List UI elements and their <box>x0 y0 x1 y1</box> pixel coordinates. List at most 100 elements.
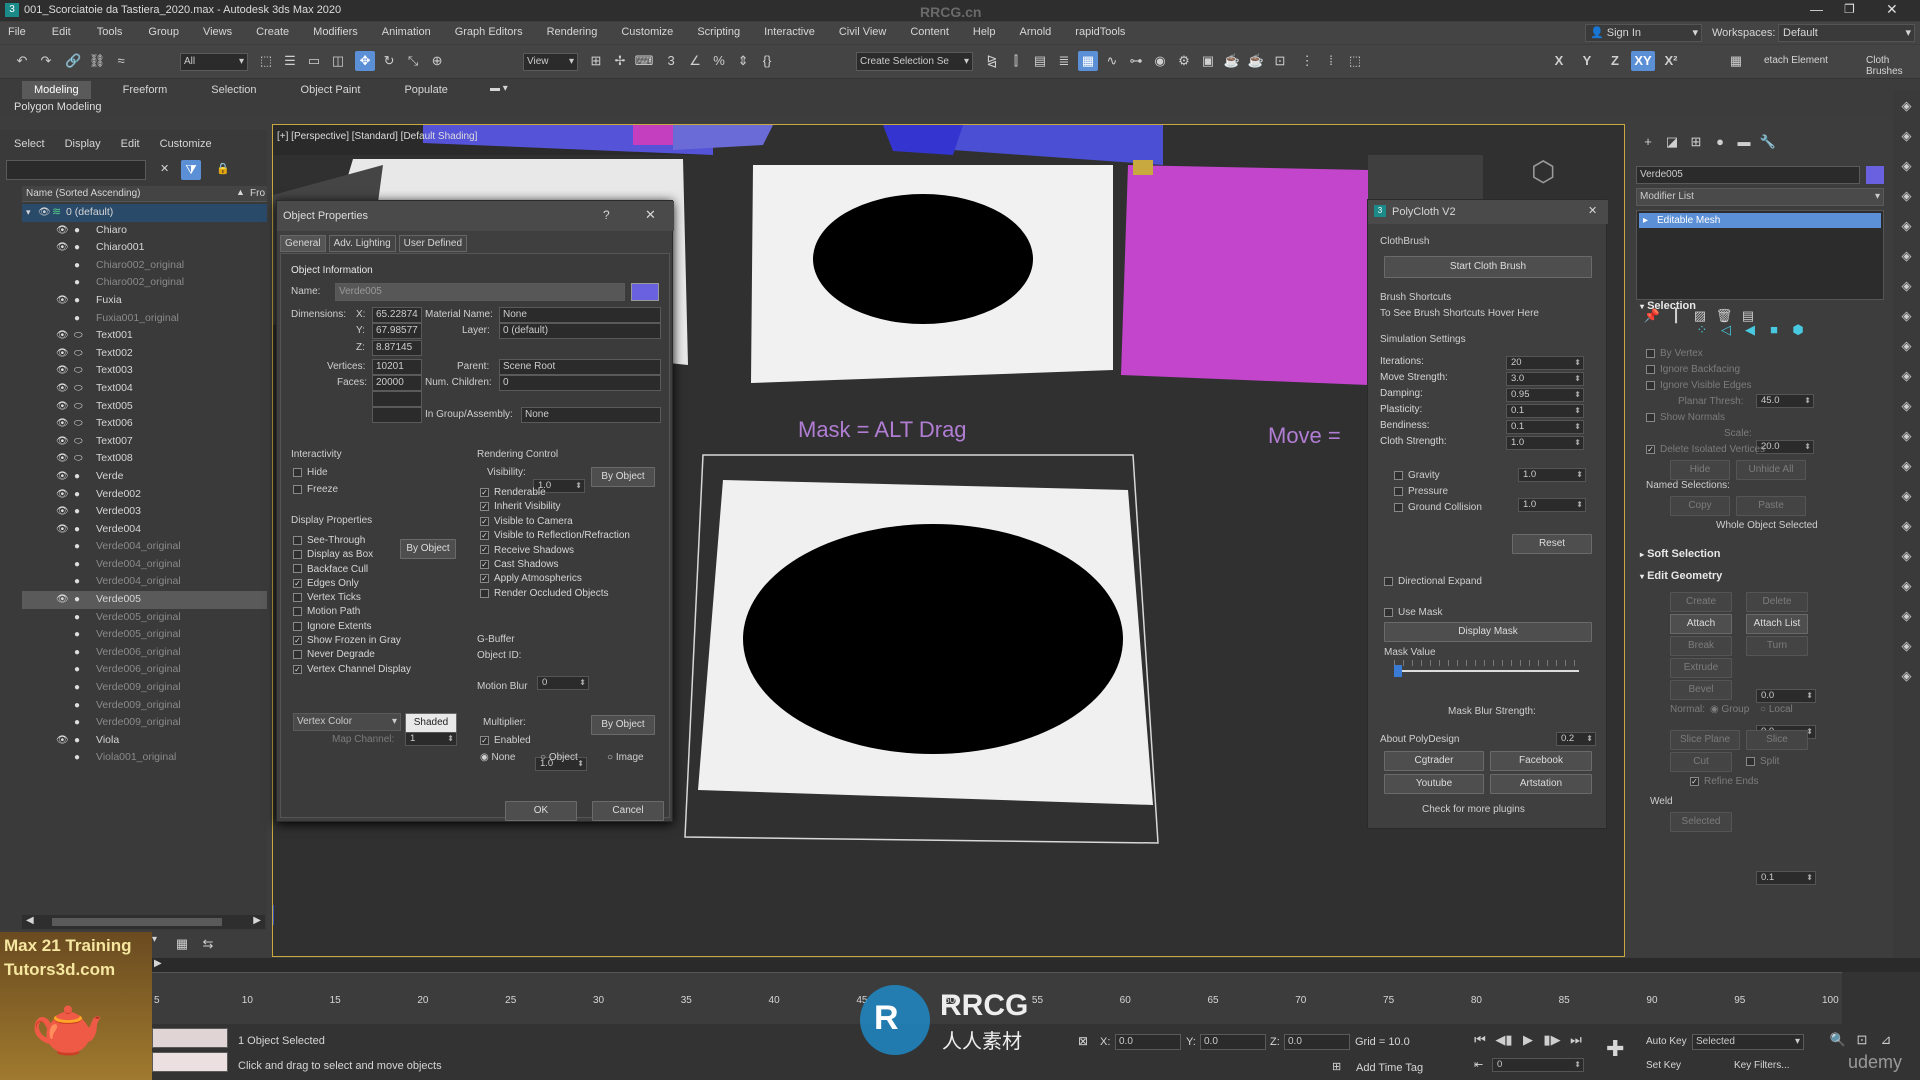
viewport-label[interactable]: [+] [Perspective] [Standard] [Default Sh… <box>277 131 477 142</box>
create-tab-icon[interactable]: + <box>1638 132 1658 152</box>
outliner-row[interactable]: ● Verde004_original <box>22 556 267 574</box>
tools-icon[interactable]: ▦ <box>1726 51 1746 71</box>
outliner-row[interactable]: 👁 ⬭ Text001 <box>22 327 267 345</box>
maxscript-listener-2[interactable] <box>152 1052 228 1072</box>
weld-threshold-spinner[interactable]: 0.1 <box>1756 871 1816 885</box>
visibility-eye-icon[interactable]: 👁 <box>56 486 69 504</box>
pivot-center-icon[interactable]: ⊞ <box>586 51 606 71</box>
render-renderable-checkbox[interactable]: ✓ Renderable <box>480 487 630 501</box>
filter-icon[interactable]: ⧩ <box>181 160 201 180</box>
maxscript-listener[interactable] <box>152 1028 228 1048</box>
op-tab-general[interactable]: General <box>280 235 326 252</box>
ribbon-tab-populate[interactable]: Populate <box>392 81 459 99</box>
outliner-row[interactable]: 👁 ⬭ Text005 <box>22 398 267 416</box>
menu-interactive[interactable]: Interactive <box>764 26 815 38</box>
pressure-spinner[interactable]: 1.0 <box>1518 498 1586 512</box>
right-tool-ai-icon[interactable]: ◈ <box>1893 608 1920 630</box>
slice-plane-button[interactable]: Slice Plane <box>1670 730 1740 750</box>
outliner-row[interactable]: 👁 ⬭ Text007 <box>22 433 267 451</box>
outliner-row[interactable]: 👁 ⬭ Text002 <box>22 345 267 363</box>
outliner-row[interactable]: ● Verde006_original <box>22 644 267 662</box>
right-tool-camera-icon[interactable]: ◈ <box>1893 188 1920 210</box>
menu-customize[interactable]: Customize <box>621 26 673 38</box>
outliner-row[interactable]: 👁 ● Verde005 <box>22 591 267 609</box>
right-tool-plane-icon[interactable]: ◈ <box>1893 458 1920 480</box>
outliner-row[interactable]: ● Chiaro002_original <box>22 274 267 292</box>
op-titlebar[interactable]: Object Properties ? ✕ <box>277 201 674 231</box>
right-tool-car-icon[interactable]: ◈ <box>1893 638 1920 660</box>
motion-blur-enabled-checkbox[interactable]: ✓ Enabled <box>480 735 531 746</box>
right-tool-ring-icon[interactable]: ◈ <box>1893 668 1920 690</box>
visibility-eye-icon[interactable]: 👁 <box>56 380 69 398</box>
show-normals-checkbox[interactable]: Show Normals <box>1646 412 1725 423</box>
menu-file[interactable]: File <box>8 26 26 38</box>
mb-object-radio[interactable]: ○ Object <box>540 752 578 763</box>
display-display-as-box-checkbox[interactable]: Display as Box <box>293 549 411 563</box>
refine-ends-checkbox[interactable]: ✓ Refine Ends <box>1690 776 1758 787</box>
outliner-row[interactable]: 👁 ● Verde <box>22 468 267 486</box>
move-icon[interactable]: ✥ <box>355 51 376 71</box>
outliner-row[interactable]: 👁 ● Fuxia <box>22 292 267 310</box>
visibility-eye-icon[interactable]: 👁 <box>56 327 69 345</box>
coord-y-field[interactable]: 0.0 <box>1200 1034 1266 1050</box>
outliner-row[interactable]: 👁 ● Chiaro001 <box>22 239 267 257</box>
bind-space-warp-icon[interactable]: ≈ <box>111 51 131 71</box>
hide-button[interactable]: Hide <box>1670 460 1730 480</box>
zoom-extents-icon[interactable]: ⊡ <box>1852 1030 1872 1050</box>
param-spinner[interactable]: 0.1 <box>1506 404 1584 418</box>
time-slider[interactable]: ▶ <box>152 958 1920 972</box>
extrude-button[interactable]: Extrude <box>1670 658 1732 678</box>
planar-thresh-spinner[interactable]: 45.0 <box>1756 394 1814 408</box>
key-mode-icon[interactable]: ⇤ <box>1474 1058 1483 1071</box>
param-spinner[interactable]: 0.1 <box>1506 420 1584 434</box>
selection-filter-dropdown[interactable]: All ▾ <box>180 53 248 71</box>
menu-content[interactable]: Content <box>910 26 949 38</box>
mask-value-handle[interactable] <box>1394 665 1402 677</box>
scale-icon[interactable]: ⤡ <box>403 51 423 71</box>
set-key-button[interactable]: Set Key <box>1646 1060 1681 1071</box>
brush-shortcuts-hover[interactable]: To See Brush Shortcuts Hover Here <box>1380 308 1539 319</box>
attach-list-button[interactable]: Attach List <box>1746 614 1808 634</box>
split-checkbox[interactable]: Split <box>1746 756 1779 767</box>
menu-create[interactable]: Create <box>256 26 289 38</box>
snaps-toggle-icon[interactable]: 3 <box>661 51 681 71</box>
visibility-eye-icon[interactable]: 👁 <box>56 450 69 468</box>
slice-button[interactable]: Slice <box>1746 730 1808 750</box>
axis-y-button[interactable]: Y <box>1575 51 1599 71</box>
mask-value-slider[interactable] <box>1394 660 1579 680</box>
render-render-occluded-objects-checkbox[interactable]: Render Occluded Objects <box>480 588 630 602</box>
right-tool-render-icon[interactable]: ◈ <box>1893 248 1920 270</box>
visibility-eye-icon[interactable]: 👁 <box>56 362 69 380</box>
gravity-checkbox[interactable]: Gravity <box>1394 470 1440 481</box>
se-menu-customize[interactable]: Customize <box>160 138 212 150</box>
param-spinner[interactable]: 20 <box>1506 356 1584 370</box>
edge-subobj-icon[interactable]: ◁ <box>1716 320 1736 340</box>
menu-civil-view[interactable]: Civil View <box>839 26 886 38</box>
viewcube-icon[interactable]: ⬡ <box>1531 155 1555 188</box>
display-tab-icon[interactable]: ▬ <box>1734 132 1754 152</box>
render-iterative-icon[interactable]: ☕ <box>1246 51 1266 71</box>
outliner-row[interactable]: 👁 ⬭ Text006 <box>22 415 267 433</box>
zoom-icon[interactable]: 🔍 <box>1828 1030 1848 1050</box>
ok-button[interactable]: OK <box>505 801 577 821</box>
current-frame-spinner[interactable]: 0 <box>1492 1058 1584 1072</box>
menu-rapidtools[interactable]: rapidTools <box>1075 26 1125 38</box>
right-tool-tree-icon[interactable]: ◈ <box>1893 578 1920 600</box>
ribbon-tab-object-paint[interactable]: Object Paint <box>289 81 373 99</box>
se-menu-display[interactable]: Display <box>65 138 101 150</box>
rendered-frame-icon[interactable]: ▣ <box>1198 51 1218 71</box>
render-inherit-visibility-checkbox[interactable]: ✓ Inherit Visibility <box>480 501 630 515</box>
expand-icon[interactable]: ▾ <box>26 204 31 222</box>
face-subobj-icon[interactable]: ◀ <box>1740 320 1760 340</box>
right-tool-viewport-nav-icon[interactable]: ◈ <box>1893 98 1920 120</box>
render-visible-to-reflection-refraction-checkbox[interactable]: ✓ Visible to Reflection/Refraction <box>480 530 630 544</box>
add-time-tag-label[interactable]: Add Time Tag <box>1356 1062 1423 1074</box>
right-tool-gear-icon[interactable]: ◈ <box>1893 548 1920 570</box>
motion-blur-by-object-button[interactable]: By Object <box>591 715 655 735</box>
render-receive-shadows-checkbox[interactable]: ✓ Receive Shadows <box>480 545 630 559</box>
op-tab-adv-lighting[interactable]: Adv. Lighting <box>328 235 396 252</box>
map-channel-spinner[interactable]: 1 <box>405 732 457 746</box>
cloth-brushes-label[interactable]: Cloth Brushes <box>1866 55 1920 77</box>
object-name-field[interactable]: Verde005 <box>1636 166 1860 184</box>
ribbon-toggle-icon[interactable]: ▦ <box>1078 51 1098 71</box>
